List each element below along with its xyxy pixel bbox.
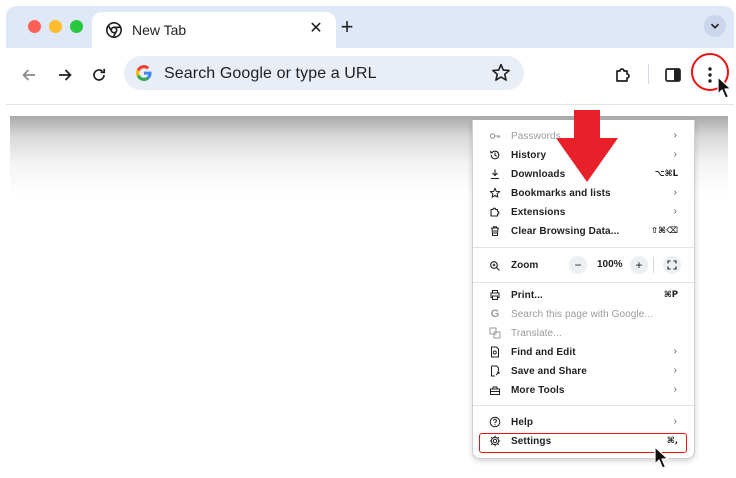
menu-item-search-page[interactable]: G Search this page with Google... xyxy=(473,305,694,324)
document-search-icon xyxy=(489,346,501,358)
reload-icon xyxy=(93,68,106,81)
menu-item-label: Save and Share xyxy=(511,366,587,377)
menu-item-label: Print... xyxy=(511,290,543,301)
zoom-out-button[interactable]: − xyxy=(569,256,587,274)
zoom-label: Zoom xyxy=(511,260,539,271)
menu-item-translate[interactable]: Translate... xyxy=(473,324,694,343)
toolbar-separator xyxy=(648,64,649,84)
menu-item-label: Find and Edit xyxy=(511,347,576,358)
chevron-right-icon: › xyxy=(673,149,677,160)
help-icon xyxy=(489,416,501,428)
chevron-down-icon xyxy=(710,23,720,29)
reload-button[interactable] xyxy=(84,60,114,90)
chevron-right-icon: › xyxy=(673,346,677,357)
chevron-right-icon: › xyxy=(673,187,677,198)
omnibox[interactable]: Search Google or type a URL xyxy=(124,56,524,90)
star-outline-icon xyxy=(489,187,501,199)
back-icon xyxy=(22,69,35,81)
extensions-icon xyxy=(616,68,630,82)
menu-item-label: Search this page with Google... xyxy=(511,309,654,320)
download-icon xyxy=(489,168,501,180)
shortcut-label: ⌘P xyxy=(663,290,678,300)
side-panel-button[interactable] xyxy=(658,60,688,90)
chrome-icon xyxy=(106,22,122,38)
menu-item-clear-browsing-data[interactable]: Clear Browsing Data... ⇧⌘⌫ xyxy=(473,222,694,241)
minimize-window-button[interactable] xyxy=(49,20,62,33)
zoom-icon xyxy=(489,259,501,271)
zoom-in-button[interactable]: + xyxy=(630,256,648,274)
key-icon xyxy=(489,130,501,142)
cursor-icon xyxy=(717,76,732,99)
shortcut-label: ⌥⌘L xyxy=(654,169,678,179)
menu-separator xyxy=(473,282,694,283)
chevron-right-icon: › xyxy=(673,206,677,217)
tab-new-tab[interactable]: New Tab ✕ xyxy=(92,12,336,48)
forward-button[interactable] xyxy=(50,60,80,90)
menu-item-more-tools[interactable]: More Tools › xyxy=(473,381,694,400)
google-g-icon: G xyxy=(490,308,500,320)
print-icon xyxy=(489,289,501,301)
menu-item-label: Passwords xyxy=(511,131,561,142)
chevron-right-icon: › xyxy=(673,365,677,376)
red-arrow xyxy=(556,110,618,182)
menu-item-zoom: Zoom − 100% + xyxy=(473,254,694,276)
puzzle-icon xyxy=(489,206,501,218)
zoom-level: 100% xyxy=(597,259,623,270)
tab-strip: New Tab ✕ + xyxy=(6,6,734,48)
menu-item-label: Clear Browsing Data... xyxy=(511,226,620,237)
zoom-separator xyxy=(653,257,654,273)
history-icon xyxy=(489,149,501,161)
new-tab-button[interactable]: + xyxy=(336,16,358,38)
menu-item-label: History xyxy=(511,150,547,161)
fullscreen-button[interactable] xyxy=(663,256,681,274)
menu-item-label: More Tools xyxy=(511,385,565,396)
fullscreen-icon xyxy=(667,260,677,270)
maximize-window-button[interactable] xyxy=(70,20,83,33)
tab-search-button[interactable] xyxy=(704,15,726,37)
toolbox-icon xyxy=(489,384,501,396)
menu-item-label: Bookmarks and lists xyxy=(511,188,611,199)
close-window-button[interactable] xyxy=(28,20,41,33)
browser-window: New Tab ✕ + Search Google or type a URL xyxy=(6,6,734,116)
shortcut-label: ⇧⌘⌫ xyxy=(650,226,678,236)
menu-item-help[interactable]: Help › xyxy=(473,413,694,432)
save-share-icon xyxy=(489,365,501,377)
menu-item-save-and-share[interactable]: Save and Share › xyxy=(473,362,694,381)
forward-icon xyxy=(59,69,72,81)
menu-item-bookmarks[interactable]: Bookmarks and lists › xyxy=(473,184,694,203)
side-panel-icon xyxy=(665,68,681,82)
trash-icon xyxy=(489,225,501,237)
star-icon[interactable] xyxy=(490,62,512,84)
menu-separator xyxy=(473,247,694,248)
tab-title: New Tab xyxy=(132,22,187,38)
menu-item-extensions[interactable]: Extensions › xyxy=(473,203,694,222)
menu-item-find-and-edit[interactable]: Find and Edit › xyxy=(473,343,694,362)
chevron-right-icon: › xyxy=(673,416,677,427)
menu-item-label: Translate... xyxy=(511,328,562,339)
chevron-right-icon: › xyxy=(673,384,677,395)
translate-icon xyxy=(489,327,501,339)
google-icon xyxy=(136,65,152,81)
menu-separator xyxy=(473,405,694,406)
menu-item-print[interactable]: Print... ⌘P xyxy=(473,286,694,305)
back-button[interactable] xyxy=(14,60,44,90)
extensions-button[interactable] xyxy=(608,60,638,90)
chevron-right-icon: › xyxy=(673,130,677,141)
menu-item-label: Extensions xyxy=(511,207,566,218)
bookmarks-area xyxy=(6,104,734,116)
toolbar: Search Google or type a URL xyxy=(6,48,734,104)
tab-close-button[interactable]: ✕ xyxy=(306,19,326,39)
cursor-icon xyxy=(654,446,669,469)
menu-item-label: Help xyxy=(511,417,534,428)
omnibox-placeholder: Search Google or type a URL xyxy=(164,65,377,82)
